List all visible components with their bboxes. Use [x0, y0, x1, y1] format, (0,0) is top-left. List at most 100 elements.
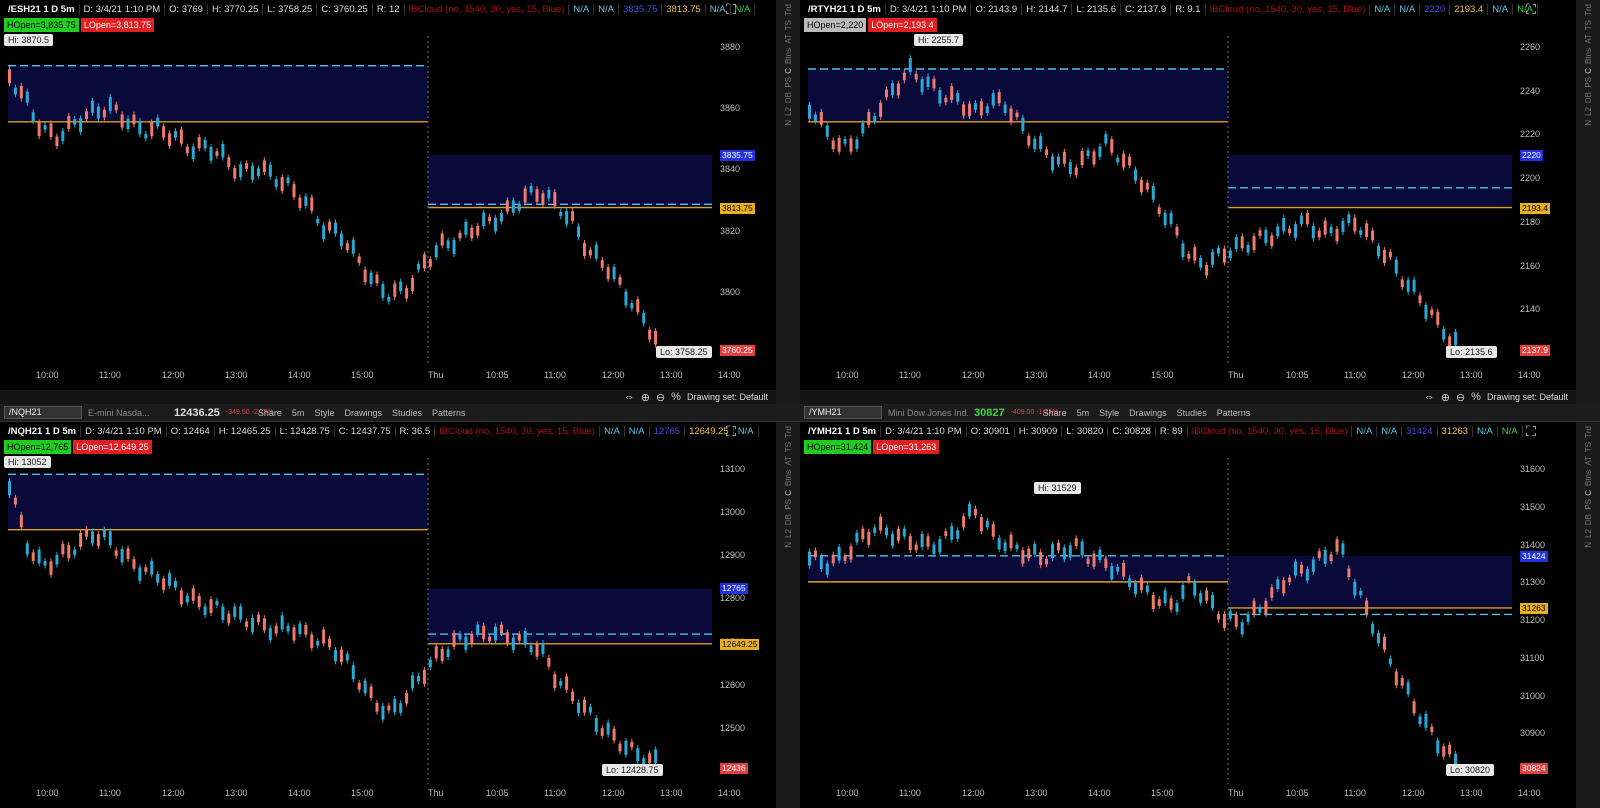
sidebar-tab-c[interactable]: C — [1584, 68, 1593, 74]
sidebar-tab-ts[interactable]: TS — [784, 20, 793, 30]
share-button[interactable]: Share — [256, 408, 284, 418]
sidebar-tab-trd[interactable]: Trd — [1584, 4, 1593, 16]
price-chart[interactable] — [0, 458, 712, 784]
candle-body — [399, 281, 403, 292]
drawing-set-label[interactable]: Drawing set: Default — [1487, 392, 1568, 402]
sidebar-tab-btns[interactable]: Btns — [784, 470, 793, 486]
candle-body — [885, 527, 889, 536]
style-button[interactable]: Style — [1097, 408, 1121, 418]
sidebar-tab-trd[interactable]: Trd — [1584, 426, 1593, 438]
studies-button[interactable]: Studies — [1175, 408, 1209, 418]
percent-icon[interactable]: % — [1471, 391, 1481, 403]
sidebar-tab-at[interactable]: AT — [784, 456, 793, 466]
candle-body — [1329, 554, 1333, 562]
candle-body — [630, 303, 634, 309]
percent-icon[interactable]: % — [671, 391, 681, 403]
chart-settings-icon[interactable]: ⛶ — [724, 2, 738, 16]
sidebar-tab-ps[interactable]: PS — [784, 77, 793, 88]
timeframe-button[interactable]: 5m — [290, 408, 307, 418]
sidebar-tab-at[interactable]: AT — [784, 34, 793, 44]
candle-body — [642, 312, 646, 324]
zoom-icon[interactable]: ⊖ — [1456, 391, 1465, 404]
sidebar-tab-trd[interactable]: Trd — [784, 426, 793, 438]
sidebar-tab-c[interactable]: C — [784, 490, 793, 496]
sidebar-tab-at[interactable]: AT — [1584, 456, 1593, 466]
candle-body — [1442, 329, 1446, 340]
candle-body — [1181, 243, 1185, 258]
sidebar-tab-at[interactable]: AT — [1584, 34, 1593, 44]
symbol-selector[interactable]: /YMH21 — [804, 406, 882, 419]
candle-body — [191, 588, 195, 601]
price-chart[interactable] — [800, 36, 1512, 366]
sidebar-tab-ps[interactable]: PS — [1584, 77, 1593, 88]
sidebar-tab-ts[interactable]: TS — [784, 442, 793, 452]
sidebar-tab-db[interactable]: DB — [784, 92, 793, 103]
candlestick-plot[interactable] — [0, 36, 712, 366]
sidebar-tab-btns[interactable]: Btns — [1584, 470, 1593, 486]
chart-settings-icon[interactable]: ⛶ — [1524, 424, 1538, 438]
candle-body — [1430, 309, 1434, 316]
sidebar-tab-c[interactable]: C — [1584, 490, 1593, 496]
sidebar-tab-l2[interactable]: L2 — [784, 107, 793, 116]
share-button[interactable]: Share — [1041, 408, 1069, 418]
crosshair-icon[interactable]: ⊕ — [1441, 391, 1450, 404]
sidebar-tab-n[interactable]: N — [1584, 542, 1593, 548]
studies-button[interactable]: Studies — [390, 408, 424, 418]
sidebar-tab-n[interactable]: N — [784, 120, 793, 126]
info-na2: N/A — [1395, 3, 1421, 15]
info-high: H: 30909 — [1015, 425, 1063, 437]
symbol-selector[interactable]: /NQH21 — [4, 406, 82, 419]
sidebar-tab-db[interactable]: DB — [1584, 92, 1593, 103]
sidebar-tab-btns[interactable]: Btns — [1584, 48, 1593, 64]
sidebar-tab-trd[interactable]: Trd — [784, 4, 793, 16]
candle-body — [96, 534, 100, 547]
candlestick-plot[interactable] — [800, 458, 1512, 784]
sidebar-tab-c[interactable]: C — [784, 68, 793, 74]
zoom-icon[interactable]: ⊖ — [656, 391, 665, 404]
timeframe-button[interactable]: 5m — [1075, 408, 1092, 418]
drawings-button[interactable]: Drawings — [1127, 408, 1169, 418]
candle-body — [624, 740, 628, 755]
y-axis-tick: 13100 — [720, 464, 746, 474]
price-chart[interactable] — [0, 36, 712, 366]
drawing-set-label[interactable]: Drawing set: Default — [687, 392, 768, 402]
candlestick-plot[interactable] — [0, 458, 712, 784]
candle-body — [926, 536, 930, 547]
price-chart[interactable] — [800, 458, 1512, 784]
x-axis-tick: 14:00 — [288, 788, 311, 798]
crosshair-icon[interactable]: ⊕ — [641, 391, 650, 404]
patterns-button[interactable]: Patterns — [430, 408, 468, 418]
candle-body — [239, 606, 243, 620]
candlestick-plot[interactable] — [800, 36, 1512, 366]
candle-body — [162, 578, 166, 590]
sidebar-tab-l2[interactable]: L2 — [784, 529, 793, 538]
sidebar-tab-ts[interactable]: TS — [1584, 442, 1593, 452]
candle-body — [553, 674, 557, 688]
sidebar-tab-n[interactable]: N — [1584, 120, 1593, 126]
chart-settings-icon[interactable]: ⛶ — [1524, 2, 1538, 16]
candle-body — [61, 543, 65, 555]
sidebar-tab-ps[interactable]: PS — [1584, 499, 1593, 510]
info-cloud: IBCloud (no, 1540, 30, yes, 15, Blue) — [435, 425, 600, 437]
sidebar-tab-btns[interactable]: Btns — [784, 48, 793, 64]
sidebar-tab-l2[interactable]: L2 — [1584, 107, 1593, 116]
candle-body — [541, 193, 545, 205]
sidebar-tab-ps[interactable]: PS — [784, 499, 793, 510]
drawings-button[interactable]: Drawings — [342, 408, 384, 418]
side-panel: Trd TS AT Btns C PS DB L2 N — [1576, 0, 1600, 404]
sidebar-tab-n[interactable]: N — [784, 542, 793, 548]
sidebar-tab-db[interactable]: DB — [1584, 514, 1593, 525]
pan-icon[interactable]: ⇔ — [1424, 391, 1435, 403]
sidebar-tab-db[interactable]: DB — [784, 514, 793, 525]
sidebar-tab-l2[interactable]: L2 — [1584, 529, 1593, 538]
style-button[interactable]: Style — [312, 408, 336, 418]
chart-settings-icon[interactable]: ⛶ — [724, 424, 738, 438]
patterns-button[interactable]: Patterns — [1215, 408, 1253, 418]
last-price: 12436.25 — [174, 406, 220, 419]
sidebar-tab-ts[interactable]: TS — [1584, 20, 1593, 30]
low-label: Lo: 3758.25 — [656, 346, 712, 358]
info-range: R: 36.5 — [396, 425, 436, 437]
candle-body — [571, 691, 575, 702]
pan-icon[interactable]: ⇔ — [624, 391, 635, 403]
candle-body — [173, 131, 177, 138]
